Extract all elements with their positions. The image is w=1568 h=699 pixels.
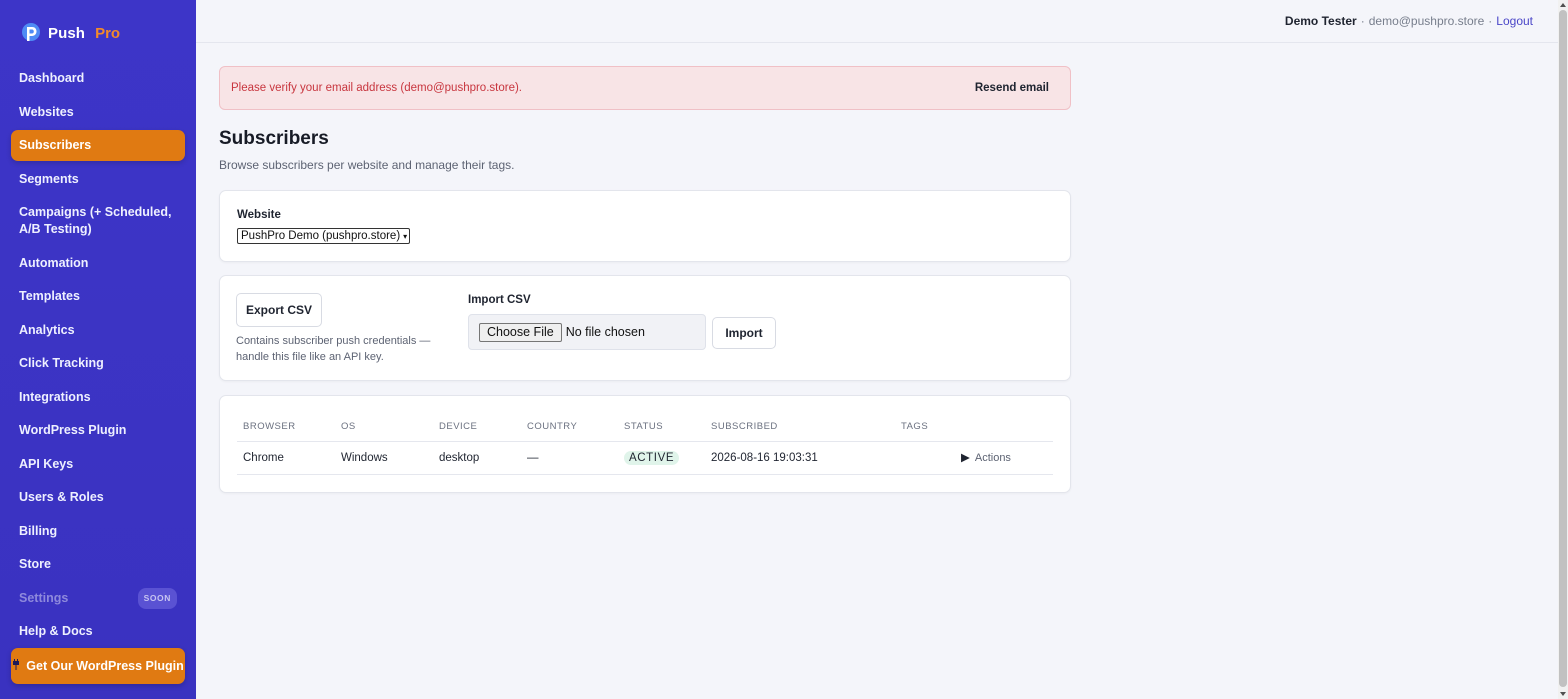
export-note: Contains subscriber push credentials — h… <box>236 335 431 363</box>
page-scrollbar[interactable] <box>1558 0 1568 699</box>
cell-device: desktop <box>439 452 480 464</box>
subscribers-table-card: BROWSER OS DEVICE COUNTRY STATUS SUBSCRI… <box>219 395 1071 493</box>
cell-status: ACTIVE <box>624 442 680 475</box>
sidebar-item-segments[interactable]: Segments <box>11 163 185 197</box>
row-actions-toggle[interactable]: ▶ Actions <box>961 442 1011 475</box>
file-input[interactable]: Choose File No file chosen <box>468 314 706 350</box>
cta-label: Get Our WordPress Plugin <box>26 659 184 673</box>
subscribers-table: BROWSER OS DEVICE COUNTRY STATUS SUBSCRI… <box>237 412 1053 475</box>
sidebar-item-label: Campaigns (+ Scheduled, A/B Testing) <box>19 205 172 237</box>
sidebar-item-label: WordPress Plugin <box>19 423 127 438</box>
sidebar-item-billing[interactable]: Billing <box>11 515 185 549</box>
scroll-up-icon[interactable] <box>1560 3 1566 7</box>
sidebar-item-label: Settings <box>19 590 69 605</box>
page-title: Subscribers <box>219 128 329 149</box>
scroll-down-icon[interactable] <box>1560 692 1566 696</box>
sidebar-item-subscribers[interactable]: Subscribers <box>11 130 185 161</box>
sidebar-item-label: Subscribers <box>19 138 92 152</box>
sidebar-item-label: Help & Docs <box>19 624 93 639</box>
chevron-down-icon: ▾ <box>403 231 408 241</box>
separator: · <box>1488 14 1493 28</box>
main-content: Please verify your email address (demo@p… <box>219 66 1071 493</box>
column-header-country[interactable]: COUNTRY <box>527 412 577 442</box>
table-header: BROWSER OS DEVICE COUNTRY STATUS SUBSCRI… <box>237 412 1053 442</box>
scrollbar-thumb[interactable] <box>1559 10 1567 687</box>
separator: · <box>1360 14 1365 28</box>
sidebar-item-click-tracking[interactable]: Click Tracking <box>11 347 185 381</box>
page-subtitle: Browse subscribers per website and manag… <box>219 158 515 172</box>
import-button[interactable]: Import <box>712 317 776 349</box>
topbar: Demo Tester · demo@pushpro.store · Logou… <box>196 0 1558 43</box>
cell-browser: Chrome <box>243 452 284 464</box>
sidebar-item-label: API Keys <box>19 456 74 471</box>
sidebar-item-label: Integrations <box>19 389 91 404</box>
actions-label: Actions <box>974 452 1011 464</box>
sidebar-item-label: Websites <box>19 104 74 119</box>
sidebar-item-automation[interactable]: Automation <box>11 247 185 281</box>
user-name: Demo Tester <box>1284 14 1357 28</box>
pushpro-logo-icon <box>20 22 42 44</box>
user-email: demo@pushpro.store <box>1368 14 1485 28</box>
sidebar-item-label: Analytics <box>19 322 75 337</box>
import-export-card: Export CSV Contains subscriber push cred… <box>219 275 1071 381</box>
sidebar-item-help-docs[interactable]: Help & Docs <box>11 615 185 649</box>
cell-os: Windows <box>341 452 388 464</box>
verify-email-alert: Please verify your email address (demo@p… <box>219 66 1071 110</box>
website-select[interactable]: PushPro Demo (pushpro.store) ▾ <box>237 228 411 244</box>
brand-name: Push <box>48 24 86 42</box>
sidebar-item-dashboard[interactable]: Dashboard <box>11 62 185 96</box>
brand-suffix: Pro <box>95 24 121 42</box>
choose-file-button[interactable]: Choose File <box>479 322 562 342</box>
sidebar-item-wordpress-plugin[interactable]: WordPress Plugin <box>11 414 185 448</box>
sidebar-item-label: Users & Roles <box>19 490 104 505</box>
caret-right-icon: ▶ <box>961 452 970 464</box>
sidebar-item-label: Templates <box>19 289 80 304</box>
sidebar-item-label: Automation <box>19 255 89 270</box>
logout-link[interactable]: Logout <box>1496 14 1533 28</box>
column-header-device[interactable]: DEVICE <box>439 412 477 442</box>
sidebar-item-campaigns[interactable]: Campaigns (+ Scheduled, A/B Testing) <box>11 196 185 247</box>
export-csv-button[interactable]: Export CSV <box>236 293 322 327</box>
sidebar-nav: Dashboard Websites Subscribers Segments … <box>11 62 185 649</box>
column-header-os[interactable]: OS <box>341 412 356 442</box>
sidebar-item-label: Segments <box>19 171 79 186</box>
sidebar-item-integrations[interactable]: Integrations <box>11 381 185 415</box>
sidebar-item-settings: Settings SOON <box>11 582 185 616</box>
alert-message: Please verify your email address (demo@p… <box>231 82 522 94</box>
resend-email-button[interactable]: Resend email <box>965 78 1059 98</box>
column-header-tags[interactable]: TAGS <box>901 412 928 442</box>
file-status: No file chosen <box>565 325 645 339</box>
sidebar-item-templates[interactable]: Templates <box>11 280 185 314</box>
sidebar-item-store[interactable]: Store <box>11 548 185 582</box>
brand[interactable]: Push Pro <box>20 22 120 44</box>
column-header-status[interactable]: STATUS <box>624 412 663 442</box>
table-row: Chrome Windows desktop — ACTIVE 2026-08-… <box>237 442 1053 475</box>
sidebar-item-users-roles[interactable]: Users & Roles <box>11 481 185 515</box>
sidebar-item-websites[interactable]: Websites <box>11 96 185 130</box>
sidebar-item-label: Billing <box>19 523 58 538</box>
website-label: Website <box>237 209 281 221</box>
sidebar-item-api-keys[interactable]: API Keys <box>11 448 185 482</box>
cell-country: — <box>527 452 539 464</box>
soon-badge: SOON <box>137 587 177 609</box>
import-csv-label: Import CSV <box>468 294 531 306</box>
sidebar-item-label: Dashboard <box>19 71 85 86</box>
sidebar-item-analytics[interactable]: Analytics <box>11 314 185 348</box>
cell-subscribed: 2026-08-16 19:03:31 <box>711 452 818 464</box>
website-select-value: PushPro Demo (pushpro.store) <box>241 230 401 242</box>
get-wordpress-plugin-button[interactable]: Get Our WordPress Plugin <box>11 648 185 684</box>
plug-icon <box>12 659 20 673</box>
status-badge: ACTIVE <box>624 450 680 465</box>
column-header-subscribed[interactable]: SUBSCRIBED <box>711 412 778 442</box>
sidebar-item-label: Click Tracking <box>19 356 104 371</box>
sidebar: Push Pro Dashboard Websites Subscribers … <box>0 0 196 699</box>
sidebar-item-label: Store <box>19 557 51 572</box>
column-header-browser[interactable]: BROWSER <box>243 412 296 442</box>
website-filter-card: Website PushPro Demo (pushpro.store) ▾ <box>219 190 1071 262</box>
